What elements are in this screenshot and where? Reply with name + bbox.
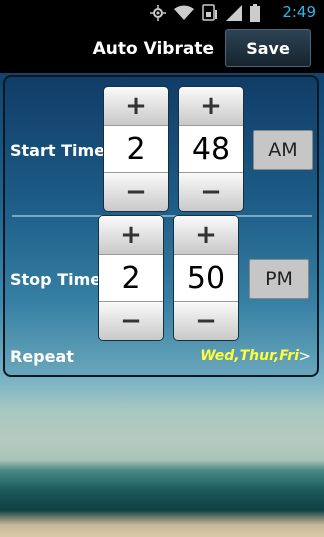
start-hour-decrement-button[interactable]: − [104,173,168,211]
start-ampm-button[interactable]: AM [253,130,313,170]
stop-hour-increment-button[interactable]: + [99,216,163,254]
start-minute-increment-button[interactable]: + [179,87,243,125]
chevron-right-icon[interactable]: > [298,347,311,365]
start-hour-value[interactable]: 2 [104,125,168,173]
start-hour-picker: + 2 − [104,87,168,211]
save-button[interactable]: Save [225,29,311,67]
gps-icon [150,5,166,21]
stop-ampm-button[interactable]: PM [249,259,309,299]
stop-minute-decrement-button[interactable]: − [174,302,238,340]
sim-icon [202,4,218,22]
status-bar: 2:49 [0,0,324,25]
stop-hour-picker: + 2 − [99,216,163,340]
start-hour-increment-button[interactable]: + [104,87,168,125]
stop-hour-decrement-button[interactable]: − [99,302,163,340]
start-time-label: Start Time [10,141,105,160]
start-minute-decrement-button[interactable]: − [179,173,243,211]
wifi-icon [174,5,194,21]
status-clock: 2:49 [282,3,316,21]
page-title: Auto Vibrate [92,39,214,59]
stop-time-label: Stop Time [10,270,102,289]
start-minute-picker: + 48 − [179,87,243,211]
battery-icon [250,4,260,22]
action-bar: Auto Vibrate Save [0,25,324,73]
schedule-panel: Start Time + 2 − + 48 − AM Stop Time + 2… [3,75,319,377]
stop-hour-value[interactable]: 2 [99,254,163,302]
signal-icon [226,5,242,21]
stop-minute-value[interactable]: 50 [174,254,238,302]
stop-minute-picker: + 50 − [174,216,238,340]
start-minute-value[interactable]: 48 [179,125,243,173]
repeat-days-value[interactable]: Wed,Thur,Fri [200,348,299,364]
status-icons [150,3,260,23]
repeat-label[interactable]: Repeat [10,347,74,366]
stop-minute-increment-button[interactable]: + [174,216,238,254]
